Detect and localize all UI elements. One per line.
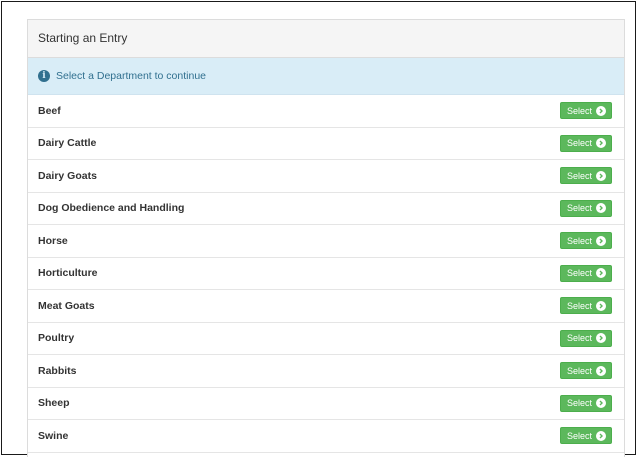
department-row: Dairy Cattle Select [28, 128, 624, 160]
panel-heading: Starting an Entry [28, 20, 624, 58]
chevron-right-circle-icon [596, 170, 606, 181]
select-department-button[interactable]: Select [559, 329, 612, 347]
select-department-button[interactable]: Select [559, 394, 612, 412]
select-department-button[interactable]: Select [559, 102, 612, 120]
select-button-label: Select [566, 365, 592, 376]
select-button-label: Select [566, 333, 592, 344]
chevron-right-circle-icon [596, 365, 606, 376]
select-button-label: Select [566, 203, 592, 214]
department-name: Swine [38, 429, 69, 442]
chevron-right-circle-icon [596, 430, 606, 441]
department-row: Poultry Select [28, 323, 624, 355]
select-department-button[interactable]: Select [559, 362, 612, 380]
select-button-label: Select [566, 430, 592, 441]
department-name: Meat Goats [38, 299, 95, 312]
select-department-button[interactable]: Select [559, 264, 612, 282]
select-button-label: Select [566, 138, 592, 149]
department-row: Rabbits Select [28, 355, 624, 388]
chevron-right-circle-icon [596, 300, 606, 311]
chevron-right-circle-icon [596, 333, 606, 344]
department-row: Dairy Goats Select [28, 160, 624, 193]
select-department-button[interactable]: Select [559, 134, 612, 152]
department-name: Sheep [38, 397, 70, 410]
window-frame: Starting an Entry i Select a Department … [1, 1, 636, 457]
chevron-right-circle-icon [596, 268, 606, 279]
department-panel: Starting an Entry i Select a Department … [27, 19, 625, 457]
select-button-label: Select [566, 300, 592, 311]
department-name: Dairy Cattle [38, 137, 97, 150]
department-row: Dog Obedience and Handling Select [28, 193, 624, 225]
department-row: Meat Goats Select [28, 290, 624, 323]
department-name: Poultry [38, 332, 75, 345]
department-name: Dairy Goats [38, 169, 97, 182]
chevron-right-circle-icon [596, 235, 606, 246]
select-department-button[interactable]: Select [559, 297, 612, 315]
department-name: Rabbits [38, 364, 77, 377]
chevron-right-circle-icon [596, 203, 606, 214]
department-row: Sheep Select [28, 388, 624, 420]
department-row: Swine Select [28, 420, 624, 453]
select-department-button[interactable]: Select [559, 232, 612, 250]
select-department-button[interactable]: Select [559, 199, 612, 217]
chevron-right-circle-icon [596, 105, 606, 116]
info-text: Select a Department to continue [56, 70, 207, 82]
department-row: Horticulture Select [28, 258, 624, 290]
select-button-label: Select [566, 170, 592, 181]
chevron-right-circle-icon [596, 398, 606, 409]
select-button-label: Select [566, 105, 592, 116]
chevron-right-circle-icon [596, 138, 606, 149]
select-department-button[interactable]: Select [559, 167, 612, 185]
info-alert: i Select a Department to continue [28, 58, 624, 95]
info-circle-icon: i [38, 70, 50, 82]
department-name: Dog Obedience and Handling [38, 202, 185, 215]
department-list: Beef Select Dairy Cattle Select Dairy Goats S… [28, 95, 624, 453]
department-row: Beef Select [28, 95, 624, 128]
select-button-label: Select [566, 268, 592, 279]
department-name: Horse [38, 234, 68, 247]
select-department-button[interactable]: Select [559, 427, 612, 445]
select-button-label: Select [566, 235, 592, 246]
select-button-label: Select [566, 398, 592, 409]
department-row: Horse Select [28, 225, 624, 258]
department-name: Beef [38, 104, 61, 117]
department-name: Horticulture [38, 267, 98, 280]
